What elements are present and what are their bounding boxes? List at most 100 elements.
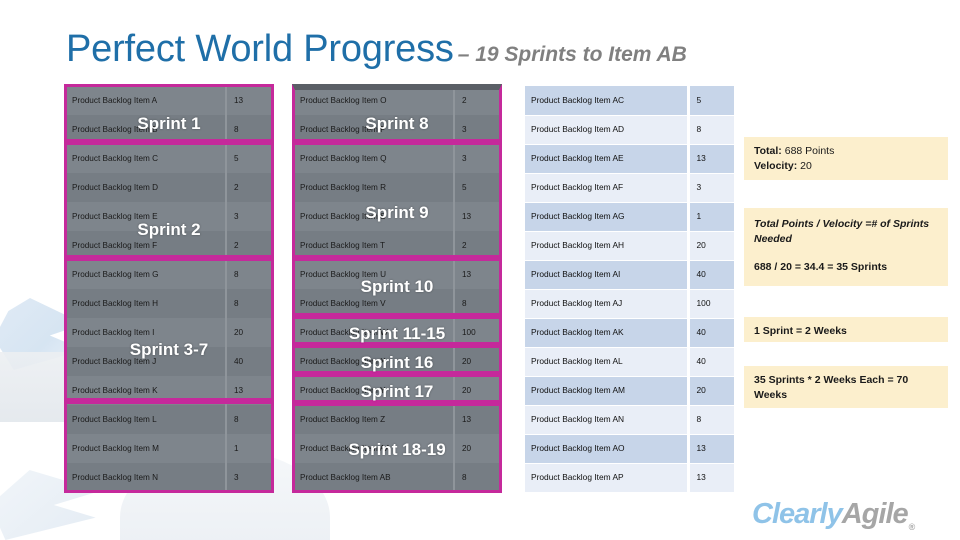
backlog-item-points: 8: [454, 289, 500, 318]
backlog-item-points: 1: [226, 434, 272, 463]
table-row: Product Backlog Item L8: [66, 405, 272, 434]
backlog-item-label: Product Backlog Item N: [66, 463, 227, 492]
total-key: Total:: [754, 145, 782, 157]
backlog-item-label: Product Backlog Item AC: [525, 86, 690, 116]
page-title: Perfect World Progress – 19 Sprints to It…: [66, 28, 687, 71]
backlog-table-body-1: Product Backlog Item A 13 Product Backlog …: [66, 86, 272, 492]
backlog-table-column-3: Product Backlog Item AC 5 Product Backlog …: [525, 86, 734, 493]
backlog-item-points: 100: [688, 289, 734, 319]
backlog-item-points: 8: [226, 405, 272, 434]
velocity-value: 20: [797, 160, 812, 173]
page-title-main: Perfect World Progress: [66, 28, 454, 70]
backlog-item-points: 13: [454, 405, 500, 434]
backlog-item-label: Product Backlog Item AI: [525, 260, 690, 290]
clearly-agile-logo: ClearlyAgile®: [752, 498, 916, 532]
backlog-item-points: 2: [454, 231, 500, 260]
backlog-item-label: Product Backlog Item AF: [525, 173, 690, 203]
table-row: Product Backlog Item K 13: [66, 376, 272, 405]
backlog-item-points: 5: [454, 173, 500, 202]
backlog-item-points: 100: [454, 318, 500, 347]
backlog-item-label: Product Backlog Item A: [66, 86, 227, 115]
callout-velocity-line: Velocity: 20: [754, 159, 938, 174]
backlog-item-label: Product Backlog Item D: [66, 173, 227, 202]
sprint-label-s11: Sprint 11-15: [348, 324, 446, 343]
table-row: Product Backlog Item AN 8: [525, 405, 734, 435]
backlog-item-points: 2: [454, 86, 500, 115]
backlog-table-body-3: Product Backlog Item AC 5 Product Backlog …: [525, 86, 734, 493]
total-value: 688 Points: [781, 145, 835, 157]
table-row: Product Backlog Item H8: [66, 289, 272, 318]
table-row: Product Backlog Item AB 8: [294, 463, 500, 492]
table-row: Product Backlog Item AI 40: [525, 260, 734, 290]
table-row: Product Backlog Item Z 13: [294, 405, 500, 434]
table-row: Product Backlog Item AM 20: [525, 376, 734, 406]
table-row: Product Backlog Item O2: [294, 86, 500, 115]
backlog-item-points: 13: [454, 260, 500, 289]
backlog-item-label: Product Backlog Item K: [66, 376, 227, 405]
sprint-label-s16: Sprint 16: [360, 353, 434, 372]
callout-total-velocity: Total: 688 Points Velocity: 20: [744, 137, 948, 180]
table-row: Product Backlog Item AE 13: [525, 144, 734, 174]
backlog-item-label: Product Backlog Item H: [66, 289, 227, 318]
sprint-label-s18: Sprint 18-19: [348, 440, 446, 459]
backlog-item-points: 13: [226, 376, 272, 405]
backlog-item-label: Product Backlog Item O: [294, 86, 455, 115]
table-row: Product Backlog Item M1: [66, 434, 272, 463]
backlog-item-points: 3: [454, 144, 500, 173]
table-row: Product Backlog Item AP 13: [525, 463, 734, 493]
sprint-label-s10: Sprint 10: [360, 277, 434, 296]
backlog-item-points: 20: [454, 376, 500, 405]
backlog-item-points: 13: [226, 86, 272, 115]
table-row: Product Backlog Item AL 40: [525, 347, 734, 377]
total-weeks-text: 35 Sprints * 2 Weeks Each = 70 Weeks: [754, 374, 909, 402]
callout-formula: Total Points / Velocity =# of Sprints Ne…: [744, 208, 948, 286]
table-row: Product Backlog Item AF 3: [525, 173, 734, 203]
backlog-item-label: Product Backlog Item G: [66, 260, 227, 289]
sprint-length-text: 1 Sprint = 2 Weeks: [754, 325, 847, 337]
table-row: Product Backlog Item AO 13: [525, 434, 734, 464]
backlog-item-points: 13: [688, 434, 734, 464]
registered-trademark-icon: ®: [908, 521, 916, 532]
sprint-label-s9: Sprint 9: [365, 203, 429, 222]
table-row: Product Backlog Item AH 20: [525, 231, 734, 261]
backlog-item-label: Product Backlog Item AD: [525, 115, 690, 145]
backlog-item-points: 13: [454, 202, 500, 231]
logo-word-clearly: Clearly: [752, 498, 843, 530]
backlog-item-label: Product Backlog Item AG: [525, 202, 690, 232]
formula-expression: Total Points / Velocity =# of Sprints Ne…: [754, 218, 930, 246]
table-row: Product Backlog Item AK 40: [525, 318, 734, 348]
backlog-item-points: 8: [688, 405, 734, 435]
table-row: Product Backlog Item AJ 100: [525, 289, 734, 319]
backlog-item-label: Product Backlog Item AN: [525, 405, 690, 435]
table-row: Product Backlog Item T2: [294, 231, 500, 260]
sprint-label-s17: Sprint 17: [360, 382, 434, 401]
slide-canvas: Perfect World Progress – 19 Sprints to It…: [0, 0, 960, 540]
backlog-item-label: Product Backlog Item AL: [525, 347, 690, 377]
backlog-item-points: 20: [688, 231, 734, 261]
backlog-item-label: Product Backlog Item AH: [525, 231, 690, 261]
backlog-item-points: 13: [688, 463, 734, 493]
backlog-item-points: 3: [226, 463, 272, 492]
backlog-item-label: Product Backlog Item Z: [294, 405, 455, 434]
backlog-item-points: 3: [454, 115, 500, 144]
table-row: Product Backlog Item AD 8: [525, 115, 734, 145]
backlog-item-points: 8: [226, 260, 272, 289]
backlog-item-points: 20: [454, 434, 500, 463]
backlog-item-label: Product Backlog Item C: [66, 144, 227, 173]
formula-result: 688 / 20 = 34.4 = 35 Sprints: [754, 261, 888, 274]
backlog-item-label: Product Backlog Item AK: [525, 318, 690, 348]
sprint-label-s1: Sprint 1: [137, 114, 201, 133]
backlog-item-label: Product Backlog Item AM: [525, 376, 690, 406]
backlog-item-label: Product Backlog Item L: [66, 405, 227, 434]
backlog-item-points: 3: [688, 173, 734, 203]
backlog-item-points: 5: [226, 144, 272, 173]
table-row: Product Backlog Item Q3: [294, 144, 500, 173]
backlog-item-label: Product Backlog Item T: [294, 231, 455, 260]
backlog-table-column-1: Product Backlog Item A 13 Product Backlog …: [66, 86, 272, 492]
backlog-item-label: Product Backlog Item Q: [294, 144, 455, 173]
sprint-label-s8: Sprint 8: [365, 114, 429, 133]
backlog-item-points: 3: [226, 202, 272, 231]
backlog-item-label: Product Backlog Item AE: [525, 144, 690, 174]
backlog-item-points: 2: [226, 231, 272, 260]
sprint-label-s3: Sprint 3-7: [129, 340, 209, 359]
